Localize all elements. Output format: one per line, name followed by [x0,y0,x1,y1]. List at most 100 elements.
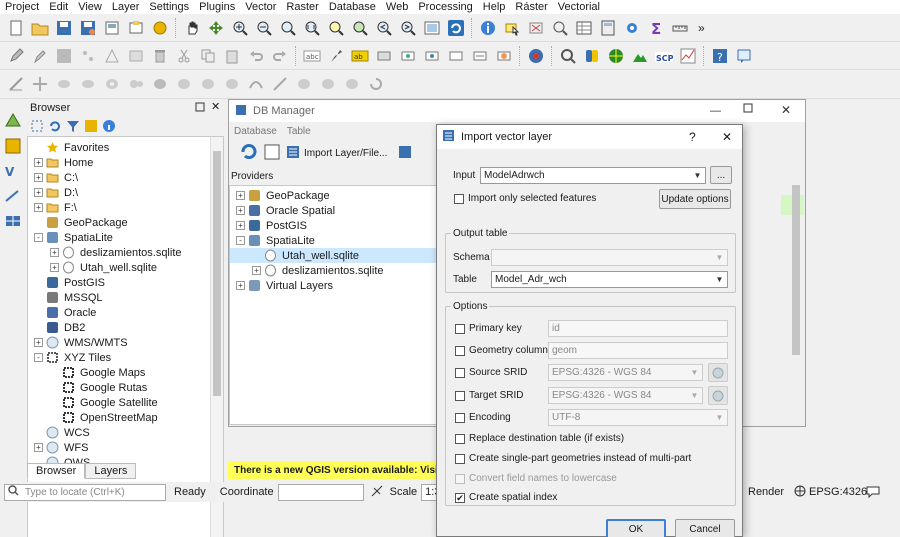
browser-item-row[interactable]: - XYZ Tiles [28,350,223,365]
spatial-index-checkbox[interactable]: ✔ [455,493,465,503]
style-manager-icon[interactable] [150,18,170,38]
layout-manager-icon[interactable] [126,18,146,38]
browser-scrollbar[interactable] [210,137,223,537]
label-abc-icon[interactable]: abc [302,46,322,66]
crs-icon[interactable] [794,485,806,500]
provider-item-row[interactable]: Utah_well.sqlite [230,248,438,263]
target-srid-combo[interactable]: EPSG:4326 - WGS 84 ▼ [548,387,703,404]
coordinate-field[interactable] [277,483,364,501]
zoom-native-icon[interactable] [278,18,298,38]
primary-key-checkbox[interactable] [455,324,465,334]
scp-plugin-icon[interactable]: SCP [654,46,674,66]
advanced-digitizing-icon[interactable] [6,74,26,94]
db-menu-table[interactable]: Table [282,126,316,137]
menu-item[interactable]: Layer [107,1,145,13]
update-options-button[interactable]: Update options [659,189,731,209]
menu-item[interactable]: Ráster [510,1,552,13]
crs-value[interactable]: EPSG:4326 [809,486,867,498]
calculator-icon[interactable] [598,18,618,38]
split-parts-icon[interactable] [294,74,314,94]
delete-ring-icon[interactable] [174,74,194,94]
encoding-checkbox[interactable] [455,413,465,423]
menu-item[interactable]: Vectorial [553,1,605,13]
python-icon[interactable] [582,46,602,66]
browser-item-row[interactable]: WCS [28,425,223,440]
db-menu-database[interactable]: Database [229,126,282,137]
browser-refresh-icon[interactable] [48,119,62,136]
browser-item-row[interactable]: Favorites [28,140,223,155]
menu-item[interactable]: View [73,1,107,13]
statistics-sigma-icon[interactable]: Σ [646,18,666,38]
collapse-icon[interactable]: - [34,353,43,362]
menu-item[interactable]: Help [478,1,511,13]
geometry-column-checkbox[interactable] [455,346,465,356]
browser-item-row[interactable]: + F:\ [28,200,223,215]
save-icon[interactable] [54,18,74,38]
zoom-to-layer-icon[interactable] [350,18,370,38]
zoom-to-selection-icon[interactable] [326,18,346,38]
label-change-icon[interactable] [446,46,466,66]
minimize-icon[interactable]: — [710,105,721,117]
delete-part-icon[interactable] [198,74,218,94]
terrain-icon[interactable] [630,46,650,66]
label-diagram-icon[interactable] [494,46,514,66]
attribute-table-icon[interactable] [574,18,594,38]
sql-window-icon[interactable] [263,143,281,164]
browser-item-row[interactable]: + WFS [28,440,223,455]
pan-to-selection-icon[interactable] [206,18,226,38]
float-panel-icon[interactable] [195,102,205,115]
input-layer-combo[interactable]: ModelAdrwch ▼ [480,167,706,184]
offset-curve-icon[interactable] [246,74,266,94]
plugin-globe-icon[interactable] [606,46,626,66]
db-close-icon[interactable]: ✕ [781,103,791,117]
browser-item-row[interactable]: Google Maps [28,365,223,380]
browser-item-row[interactable]: Oracle [28,305,223,320]
provider-item-row[interactable]: + GeoPackage [230,188,438,203]
processing-gear-icon[interactable] [622,18,642,38]
open-folder-icon[interactable] [30,18,50,38]
collapse-all-icon[interactable] [84,119,98,136]
replace-table-checkbox[interactable] [455,434,465,444]
label-show-icon[interactable] [374,46,394,66]
expand-icon[interactable]: + [252,266,261,275]
primary-key-field[interactable]: id [548,320,728,337]
locator-search-icon[interactable] [558,46,578,66]
rotate-point-icon[interactable] [366,74,386,94]
expand-icon[interactable]: + [50,248,59,257]
add-part-icon[interactable] [126,74,146,94]
redo-icon[interactable] [270,46,290,66]
save-edits-icon[interactable] [54,46,74,66]
multi-edit-icon[interactable] [30,46,50,66]
ok-button[interactable]: OK [606,519,666,537]
browser-item-row[interactable]: GeoPackage [28,215,223,230]
menu-item[interactable]: Web [381,1,413,13]
new-print-layout-icon[interactable] [102,18,122,38]
label-pin-icon[interactable] [326,46,346,66]
collapse-icon[interactable]: - [236,236,245,245]
browser-item-row[interactable]: - SpatiaLite [28,230,223,245]
expand-icon[interactable]: + [236,206,245,215]
label-property-icon[interactable] [470,46,490,66]
dialog-help-button[interactable]: ? [689,130,696,144]
select-features-icon[interactable] [502,18,522,38]
add-feature-icon[interactable] [78,46,98,66]
whats-this-icon[interactable] [734,46,754,66]
single-part-checkbox[interactable] [455,454,465,464]
provider-item-row[interactable]: + Virtual Layers [230,278,438,293]
dialog-close-button[interactable]: ✕ [722,130,732,144]
refresh-icon[interactable] [446,18,466,38]
menu-item[interactable]: Vector [240,1,281,13]
new-map-view-icon[interactable] [422,18,442,38]
rotate-feature-icon[interactable] [54,74,74,94]
expand-icon[interactable]: + [236,281,245,290]
tab-browser[interactable]: Browser [27,463,86,479]
merge-attributes-icon[interactable] [342,74,362,94]
source-srid-checkbox[interactable] [455,368,465,378]
target-srid-checkbox[interactable] [455,391,465,401]
close-panel-icon[interactable]: ✕ [211,100,220,113]
import-layer-button[interactable]: Import Layer/File... [285,144,387,163]
add-selected-layers-icon[interactable] [30,119,44,136]
reshape-icon[interactable] [222,74,242,94]
digitize-line-icon[interactable] [4,187,22,208]
add-vector-layer-icon[interactable] [4,112,22,133]
